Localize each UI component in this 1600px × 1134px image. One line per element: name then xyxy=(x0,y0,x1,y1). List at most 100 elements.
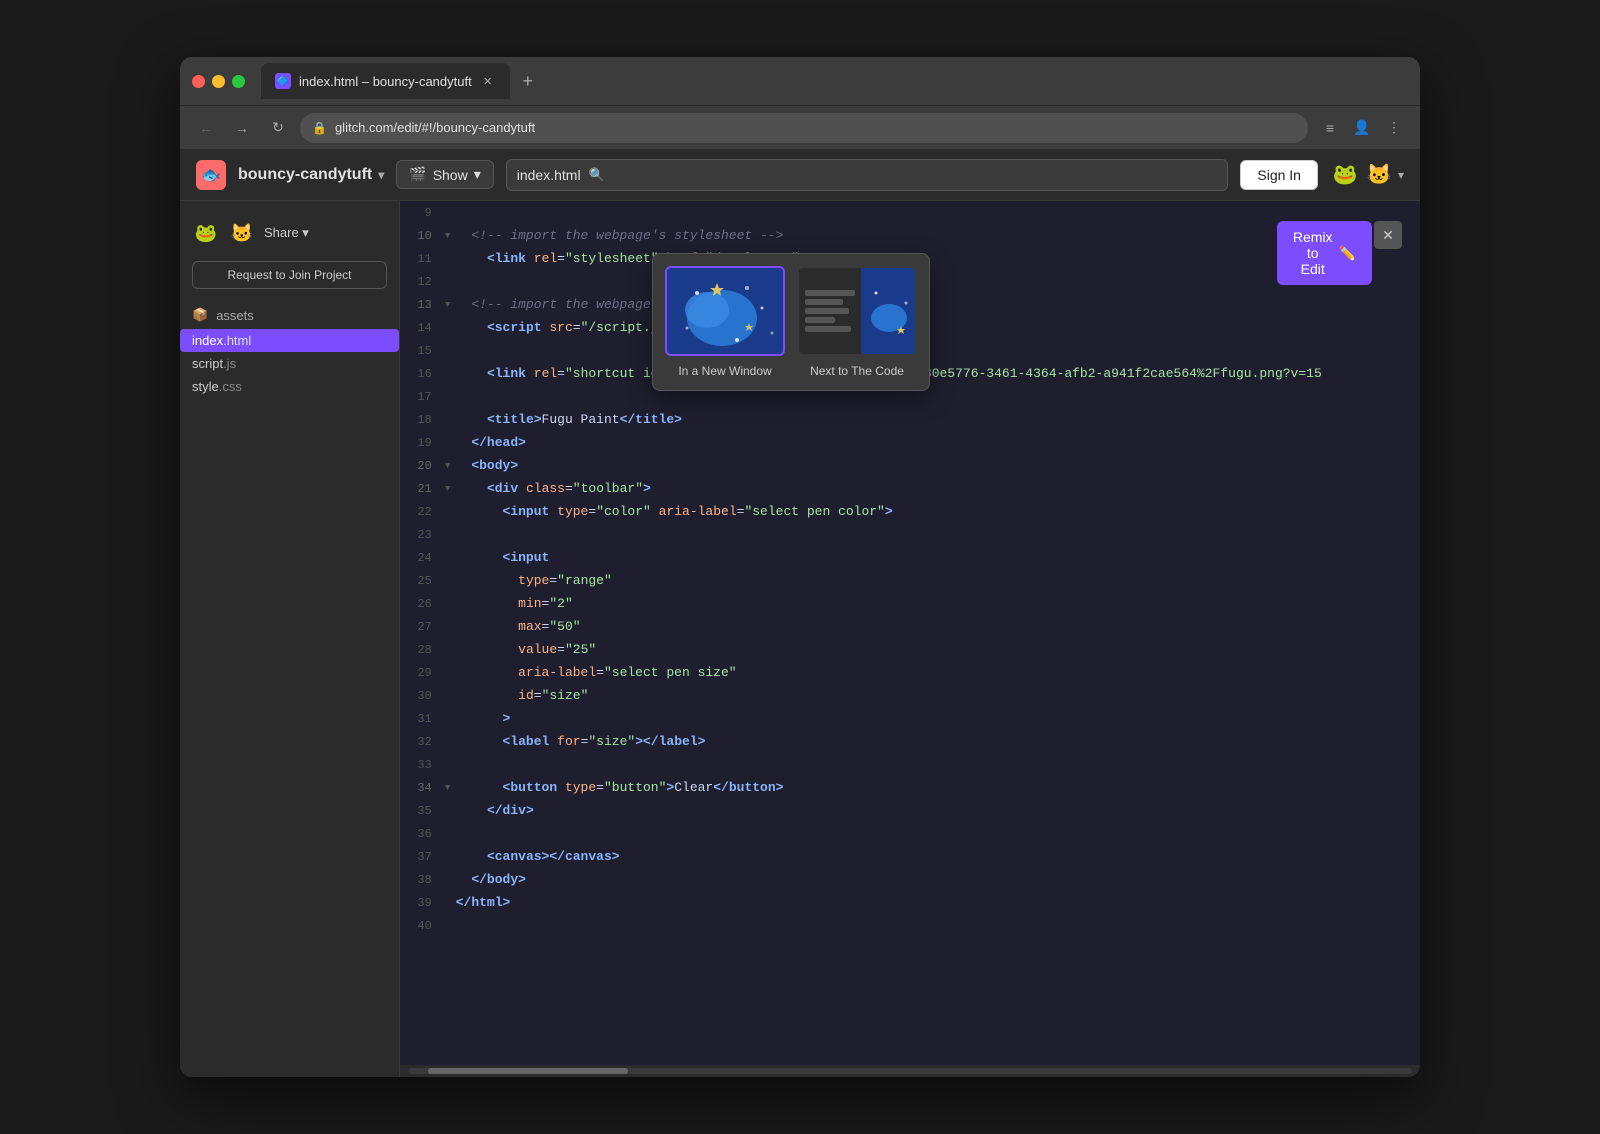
line-arrow xyxy=(444,799,456,822)
code-content: <canvas></canvas> xyxy=(456,845,1420,868)
active-tab[interactable]: 🔷 index.html – bouncy-candytuft ✕ xyxy=(261,63,510,99)
table-row: 30 id="size" xyxy=(400,684,1420,707)
table-row: 36 xyxy=(400,822,1420,845)
assets-item[interactable]: 📦 assets xyxy=(180,301,399,329)
signin-button[interactable]: Sign In xyxy=(1240,160,1318,190)
new-tab-button[interactable]: + xyxy=(514,67,542,95)
line-number: 29 xyxy=(400,661,444,684)
code-content: <input xyxy=(456,546,1420,569)
code-content: <label for="size"></label> xyxy=(456,730,1420,753)
new-window-label: In a New Window xyxy=(678,364,771,378)
titlebar: 🔷 index.html – bouncy-candytuft ✕ + xyxy=(180,57,1420,105)
filename-index: index xyxy=(192,333,223,348)
show-option-new-window[interactable]: In a New Window xyxy=(665,266,785,378)
line-number: 39 xyxy=(400,891,444,914)
horizontal-scrollbar[interactable] xyxy=(400,1065,1420,1077)
code-content: <link rel="shortcut icon" href="https://… xyxy=(456,362,1420,385)
table-row: 33 xyxy=(400,753,1420,776)
line-number: 27 xyxy=(400,615,444,638)
tab-bar: 🔷 index.html – bouncy-candytuft ✕ + xyxy=(261,63,1408,99)
traffic-lights xyxy=(192,75,245,88)
table-row: 32 <label for="size"></label> xyxy=(400,730,1420,753)
code-content xyxy=(456,914,1420,937)
sidebar-file-script-js[interactable]: script.js xyxy=(180,352,399,375)
code-content xyxy=(456,201,1420,224)
line-arrow xyxy=(444,638,456,661)
remix-close-button[interactable]: ✕ xyxy=(1374,221,1402,249)
table-row: 20 ▾ <body> xyxy=(400,454,1420,477)
code-content: value="25" xyxy=(456,638,1420,661)
share-label[interactable]: Share ▾ xyxy=(264,225,309,241)
code-content: <!-- import the webpage's javascript fil… xyxy=(456,293,1420,316)
reload-button[interactable]: ↻ xyxy=(264,114,292,142)
line-arrow: ▾ xyxy=(444,477,456,500)
line-arrow xyxy=(444,247,456,270)
code-content: <title>Fugu Paint</title> xyxy=(456,408,1420,431)
split-preview-side xyxy=(861,268,917,354)
app-header: 🐟 bouncy-candytuft ▾ 🎬 Show ▾ index.html… xyxy=(180,149,1420,201)
line-arrow xyxy=(444,408,456,431)
line-arrow xyxy=(444,523,456,546)
profile-button[interactable]: 👤 xyxy=(1348,114,1376,142)
main-layout: 🐸 🐱 Share ▾ Request to Join Project 📦 as… xyxy=(180,201,1420,1077)
tab-close-button[interactable]: ✕ xyxy=(480,73,496,89)
request-to-join-button[interactable]: Request to Join Project xyxy=(192,261,387,289)
line-number: 19 xyxy=(400,431,444,454)
code-content: > xyxy=(456,707,1420,730)
code-content xyxy=(456,822,1420,845)
line-number: 11 xyxy=(400,247,444,270)
line-arrow: ▾ xyxy=(444,293,456,316)
line-number: 10 xyxy=(400,224,444,247)
menu-button[interactable]: ⋮ xyxy=(1380,114,1408,142)
show-button[interactable]: 🎬 Show ▾ xyxy=(396,160,494,189)
line-arrow xyxy=(444,546,456,569)
line-arrow xyxy=(444,201,456,224)
search-bar[interactable]: index.html 🔍 xyxy=(506,159,1229,191)
minimize-traffic-light[interactable] xyxy=(212,75,225,88)
code-content: </div> xyxy=(456,799,1420,822)
url-text: glitch.com/edit/#!/bouncy-candytuft xyxy=(335,120,535,135)
code-content: min="2" xyxy=(456,592,1420,615)
line-number: 9 xyxy=(400,201,444,224)
sidebar-file-style-css[interactable]: style.css xyxy=(180,375,399,398)
line-arrow xyxy=(444,569,456,592)
code-line-deco-4 xyxy=(805,317,835,323)
ext-css: .css xyxy=(219,379,242,394)
line-number: 33 xyxy=(400,753,444,776)
line-number: 18 xyxy=(400,408,444,431)
remix-to-edit-button[interactable]: Remix to Edit ✏️ xyxy=(1277,221,1372,285)
sidebar-avatar-2: 🐱 xyxy=(228,219,256,247)
project-name-dropdown[interactable]: bouncy-candytuft ▾ xyxy=(238,166,384,184)
navbar: ← → ↻ 🔒 glitch.com/edit/#!/bouncy-candyt… xyxy=(180,105,1420,149)
maximize-traffic-light[interactable] xyxy=(232,75,245,88)
table-row: 19 </head> xyxy=(400,431,1420,454)
line-number: 16 xyxy=(400,362,444,385)
line-arrow xyxy=(444,914,456,937)
paint-preview-image xyxy=(667,268,783,354)
extensions-button[interactable]: ≡ xyxy=(1316,114,1344,142)
line-arrow xyxy=(444,615,456,638)
code-line-deco-3 xyxy=(805,308,849,314)
scrollbar-thumb[interactable] xyxy=(428,1068,628,1074)
avatar-1: 🐸 xyxy=(1330,160,1360,190)
avatar-chevron-icon[interactable]: ▾ xyxy=(1398,168,1404,182)
back-button[interactable]: ← xyxy=(192,114,220,142)
code-content: max="50" xyxy=(456,615,1420,638)
close-traffic-light[interactable] xyxy=(192,75,205,88)
line-number: 35 xyxy=(400,799,444,822)
editor-area: Remix to Edit ✏️ ✕ xyxy=(400,201,1420,1077)
table-row: 29 aria-label="select pen size" xyxy=(400,661,1420,684)
code-content: <input type="color" aria-label="select p… xyxy=(456,500,1420,523)
next-to-code-label: Next to The Code xyxy=(810,364,904,378)
table-row: 25 type="range" xyxy=(400,569,1420,592)
forward-button[interactable]: → xyxy=(228,114,256,142)
code-content: <div class="toolbar"> xyxy=(456,477,1420,500)
table-row: 22 <input type="color" aria-label="selec… xyxy=(400,500,1420,523)
code-content xyxy=(456,385,1420,408)
sidebar-file-index-html[interactable]: index.html xyxy=(180,329,399,352)
line-arrow: ▾ xyxy=(444,776,456,799)
app-content: 🐟 bouncy-candytuft ▾ 🎬 Show ▾ index.html… xyxy=(180,149,1420,1077)
address-bar[interactable]: 🔒 glitch.com/edit/#!/bouncy-candytuft xyxy=(300,113,1308,143)
show-option-next-to-code[interactable]: Next to The Code xyxy=(797,266,917,378)
line-number: 21 xyxy=(400,477,444,500)
